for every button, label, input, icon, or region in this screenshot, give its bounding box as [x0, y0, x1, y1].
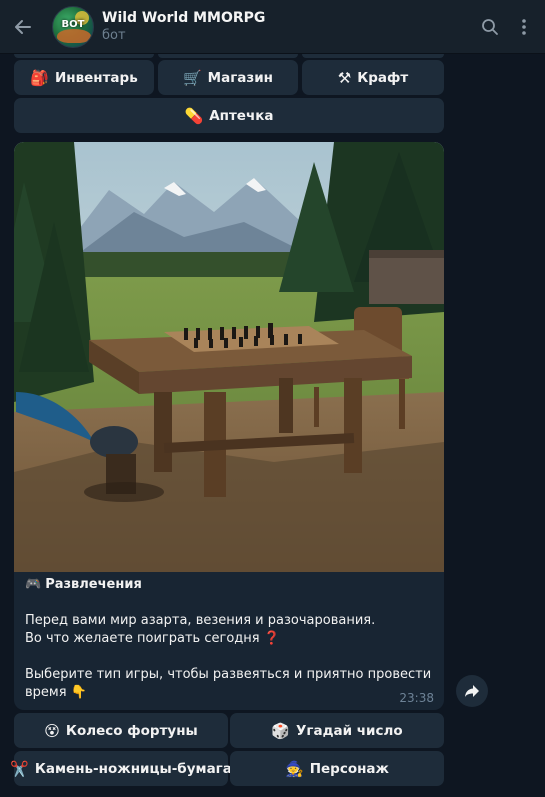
guess-number-button[interactable]: 🎲 Угадай число [230, 713, 444, 748]
character-button[interactable]: 🧙 Персонаж [230, 751, 444, 786]
hidden-button-edge [302, 54, 444, 58]
forward-button[interactable] [456, 675, 488, 707]
cart-icon: 🛒 [182, 68, 202, 87]
craft-button[interactable]: ⚒ Крафт [302, 60, 444, 95]
message-time: 23:38 [399, 691, 434, 705]
more-button[interactable] [507, 0, 541, 54]
hidden-button-edge [158, 54, 298, 58]
message-caption: 🎮 Развлечения Перед вами мир азарта, вез… [25, 576, 435, 702]
first-aid-button[interactable]: 💊 Аптечка [14, 98, 444, 133]
share-arrow-icon [465, 685, 479, 697]
dizzy-face-icon: 😵 [44, 721, 60, 740]
avatar-label: BOT [61, 18, 85, 30]
guess-number-label: Угадай число [296, 722, 403, 739]
chat-title-block[interactable]: Wild World MMORPG бот [102, 9, 473, 45]
shop-button[interactable]: 🛒 Магазин [158, 60, 298, 95]
pointing-down-icon: 👇 [70, 685, 87, 700]
pill-icon: 💊 [184, 106, 204, 125]
inventory-button[interactable]: 🎒 Инвентарь [14, 60, 154, 95]
fortune-wheel-button[interactable]: 😵 Колесо фортуны [14, 713, 228, 748]
chess-table-image [14, 142, 444, 572]
search-icon [482, 18, 498, 35]
message-line-1: Перед вами мир азарта, везения и разочар… [25, 613, 376, 628]
message-title-text: Развлечения [45, 577, 142, 592]
chat-subtitle: бот [102, 27, 126, 43]
hidden-button-edge [14, 54, 154, 58]
backpack-icon: 🎒 [30, 68, 49, 87]
message-line-2: Во что желаете поиграть сегодня ❓ [25, 630, 435, 648]
search-button[interactable] [473, 0, 507, 54]
shop-label: Магазин [207, 69, 274, 86]
character-label: Персонаж [309, 760, 389, 777]
dice-icon: 🎲 [271, 721, 291, 740]
chat-header: BOT Wild World MMORPG бот [0, 0, 545, 54]
rock-paper-scissors-button[interactable]: ✂️ Камень-ножницы-бумага [10, 751, 232, 786]
message-line-4-text: время [25, 685, 67, 700]
gamepad-icon: 🎮 [25, 577, 42, 592]
message-line-3: Выберите тип игры, чтобы развеяться и пр… [25, 667, 432, 682]
message-photo[interactable] [14, 142, 444, 572]
avatar[interactable]: BOT [52, 5, 94, 48]
more-vertical-icon [522, 18, 526, 35]
message-line-4: время 👇 [25, 684, 435, 702]
mage-icon: 🧙 [285, 759, 304, 778]
message-bubble: 🎮 Развлечения Перед вами мир азарта, вез… [14, 142, 444, 710]
hammer-pick-icon: ⚒ [337, 68, 352, 87]
message-title: 🎮 Развлечения [25, 576, 435, 594]
back-button[interactable] [0, 0, 46, 54]
craft-label: Крафт [357, 69, 409, 86]
fortune-wheel-label: Колесо фортуны [65, 722, 198, 739]
rock-paper-scissors-label: Камень-ножницы-бумага [34, 760, 232, 777]
first-aid-label: Аптечка [209, 107, 274, 124]
arrow-left-icon [15, 19, 31, 34]
chat-title: Wild World MMORPG [102, 9, 266, 26]
message-line-2-text: Во что желаете поиграть сегодня [25, 631, 260, 646]
scissors-icon: ✂️ [10, 759, 29, 778]
inventory-label: Инвентарь [54, 69, 138, 86]
question-mark-icon: ❓ [263, 631, 280, 646]
